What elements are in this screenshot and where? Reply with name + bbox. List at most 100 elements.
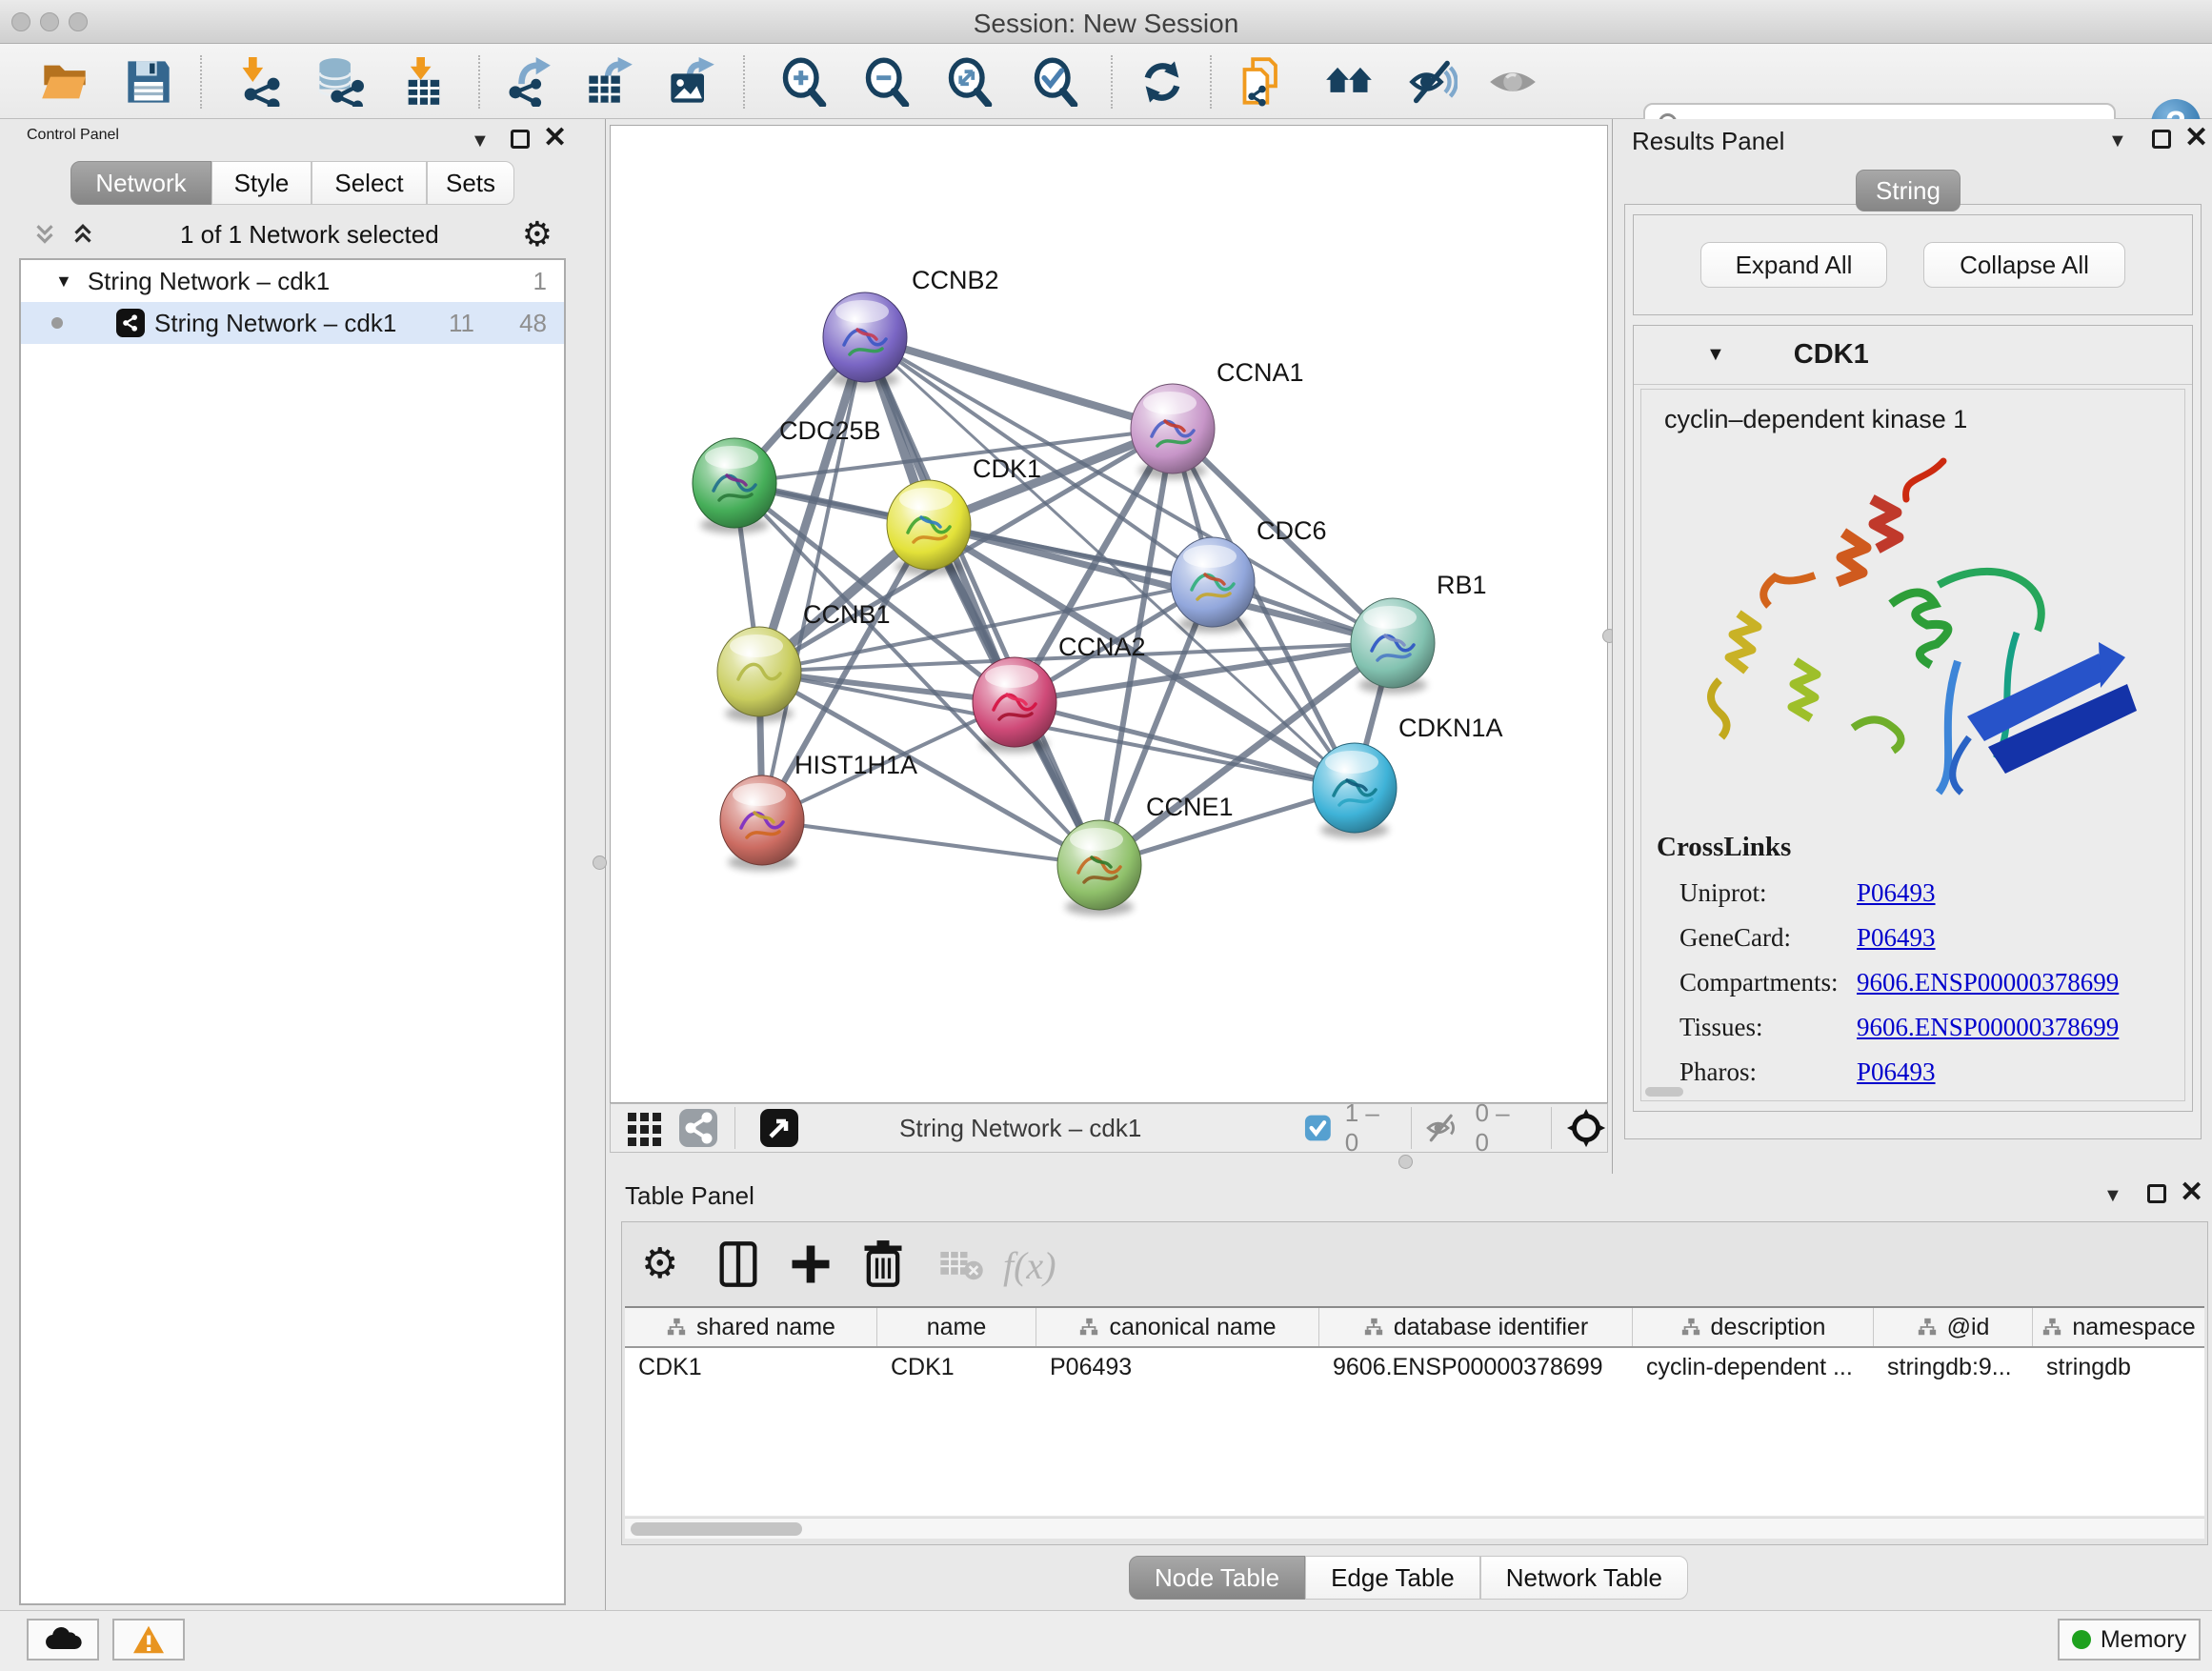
crosslink-link[interactable]: P06493 xyxy=(1857,878,1936,908)
open-session-icon[interactable] xyxy=(40,57,90,107)
network-edge[interactable] xyxy=(762,820,1099,865)
memory-button[interactable]: Memory xyxy=(2058,1619,2201,1661)
tab-node-table[interactable]: Node Table xyxy=(1129,1556,1305,1600)
hide-selected-eye-slash-icon[interactable] xyxy=(1408,57,1458,107)
network-node-CCNA1[interactable] xyxy=(1131,384,1215,473)
network-node-RB1[interactable] xyxy=(1351,598,1435,688)
table-panel-close-icon[interactable]: ✕ xyxy=(2180,1183,2203,1202)
open-in-new-window-icon[interactable] xyxy=(758,1107,800,1149)
save-session-icon[interactable] xyxy=(124,57,173,107)
tab-style[interactable]: Style xyxy=(211,161,312,205)
export-network-icon[interactable] xyxy=(503,57,553,107)
table-settings-gear-icon[interactable]: ⚙ xyxy=(641,1239,691,1289)
column-header-database-identifier[interactable]: database identifier xyxy=(1319,1308,1633,1346)
table-scrollbar-thumb[interactable] xyxy=(631,1522,802,1536)
tab-sets[interactable]: Sets xyxy=(427,161,514,205)
cell-canonical-name[interactable]: P06493 xyxy=(1036,1348,1319,1388)
network-edge[interactable] xyxy=(865,337,1099,865)
tab-string[interactable]: String xyxy=(1856,170,1961,211)
function-builder-icon[interactable]: f(x) xyxy=(1003,1243,1056,1288)
gear-icon[interactable]: ⚙ xyxy=(522,214,553,254)
cloud-button[interactable] xyxy=(27,1619,99,1661)
column-header-description[interactable]: description xyxy=(1633,1308,1874,1346)
crosslink-link[interactable]: 9606.ENSP00000378699 xyxy=(1857,968,2119,997)
network-node-CCNA2[interactable] xyxy=(973,657,1056,747)
home-icon[interactable] xyxy=(1324,57,1374,107)
crosslink-link[interactable]: P06493 xyxy=(1857,1057,1936,1087)
network-graph[interactable]: CCNB2CCNA1CDC25BCDK1CDC6RB1CCNB1CCNA2CDK… xyxy=(611,126,1607,1102)
tab-select[interactable]: Select xyxy=(312,161,427,205)
control-panel-float-icon[interactable] xyxy=(511,130,530,149)
network-node-CCNE1[interactable] xyxy=(1057,820,1141,910)
network-node-HIST1H1A[interactable] xyxy=(720,775,804,865)
tab-network-table[interactable]: Network Table xyxy=(1480,1556,1688,1600)
network-node-CDC6[interactable] xyxy=(1171,537,1255,627)
tab-network[interactable]: Network xyxy=(70,161,211,205)
column-header-namespace[interactable]: namespace xyxy=(2033,1308,2204,1346)
results-panel-float-icon[interactable] xyxy=(2152,130,2171,149)
protein-section-header[interactable]: ▼ CDK1 xyxy=(1634,326,2192,385)
zoom-selected-icon[interactable] xyxy=(1031,57,1080,107)
zoom-in-icon[interactable] xyxy=(779,57,829,107)
warnings-button[interactable] xyxy=(112,1619,185,1661)
control-panel-close-icon[interactable]: ✕ xyxy=(543,129,567,148)
clone-network-icon[interactable] xyxy=(1238,57,1288,107)
network-collection-row[interactable]: ▼ String Network – cdk1 1 xyxy=(21,260,564,302)
import-network-from-database-icon[interactable] xyxy=(314,57,364,107)
tab-edge-table[interactable]: Edge Table xyxy=(1305,1556,1480,1600)
import-table-from-file-icon[interactable] xyxy=(400,57,450,107)
cell-database-identifier[interactable]: 9606.ENSP00000378699 xyxy=(1319,1348,1633,1388)
cell-name[interactable]: CDK1 xyxy=(877,1348,1036,1388)
collapse-all-button[interactable]: Collapse All xyxy=(1923,242,2125,288)
table-horizontal-scrollbar[interactable] xyxy=(625,1518,2204,1539)
export-table-icon[interactable] xyxy=(585,57,634,107)
add-column-icon[interactable] xyxy=(786,1239,835,1289)
control-panel-collapse-icon[interactable]: ▼ xyxy=(471,131,490,152)
column-header-canonical-name[interactable]: canonical name xyxy=(1036,1308,1319,1346)
string-view-icon[interactable] xyxy=(677,1107,719,1149)
column-header-name[interactable]: name xyxy=(877,1308,1036,1346)
delete-table-icon[interactable] xyxy=(936,1239,986,1289)
show-columns-icon[interactable] xyxy=(714,1239,763,1289)
import-network-from-file-icon[interactable] xyxy=(236,57,286,107)
table-panel-collapse-icon[interactable]: ▼ xyxy=(2103,1185,2122,1207)
network-node-CCNB2[interactable] xyxy=(823,292,907,382)
bottom-splitter-grip[interactable] xyxy=(1398,1155,1413,1169)
birds-eye-view-icon[interactable] xyxy=(1565,1106,1607,1150)
show-hidden-eye-icon[interactable] xyxy=(1488,57,1538,107)
network-row-selected[interactable]: String Network – cdk1 11 48 xyxy=(21,302,564,344)
crosslink-link[interactable]: 9606.ENSP00000378699 xyxy=(1857,1013,2119,1042)
zoom-out-icon[interactable] xyxy=(862,57,912,107)
network-edge[interactable] xyxy=(865,337,1173,429)
expand-all-chevrons-icon[interactable] xyxy=(30,220,59,249)
network-node-CDC25B[interactable] xyxy=(693,438,776,528)
section-expander-icon[interactable]: ▼ xyxy=(1706,344,1725,366)
zoom-fit-icon[interactable] xyxy=(945,57,995,107)
network-node-CCNB1[interactable] xyxy=(717,627,801,716)
tree-expander-icon[interactable]: ▼ xyxy=(55,272,72,292)
selected-checkbox-icon[interactable] xyxy=(1304,1114,1332,1142)
collapse-all-chevrons-icon[interactable] xyxy=(69,220,97,249)
table-row[interactable]: CDK1 CDK1 P06493 9606.ENSP00000378699 cy… xyxy=(625,1348,2204,1388)
results-horizontal-scrollbar[interactable] xyxy=(1645,1087,1683,1097)
table-panel-float-icon[interactable] xyxy=(2147,1184,2166,1203)
grid-view-icon[interactable] xyxy=(624,1107,666,1149)
network-canvas[interactable]: CCNB2CCNA1CDC25BCDK1CDC6RB1CCNB1CCNA2CDK… xyxy=(610,125,1608,1103)
delete-column-trash-icon[interactable] xyxy=(858,1239,908,1289)
expand-all-button[interactable]: Expand All xyxy=(1700,242,1887,288)
cell-id[interactable]: stringdb:9... xyxy=(1874,1348,2033,1388)
left-splitter-grip[interactable] xyxy=(593,856,607,870)
crosslink-link[interactable]: P06493 xyxy=(1857,923,1936,953)
column-header-shared-name[interactable]: shared name xyxy=(625,1308,877,1346)
results-panel-close-icon[interactable]: ✕ xyxy=(2184,129,2208,148)
network-node-CDKN1A[interactable] xyxy=(1313,743,1397,833)
export-image-icon[interactable] xyxy=(667,57,716,107)
cell-shared-name[interactable]: CDK1 xyxy=(625,1348,877,1388)
cell-description[interactable]: cyclin-dependent ... xyxy=(1633,1348,1874,1388)
refresh-icon[interactable] xyxy=(1137,57,1187,107)
results-panel-collapse-icon[interactable]: ▼ xyxy=(2108,131,2127,152)
cell-namespace[interactable]: stringdb xyxy=(2033,1348,2204,1388)
network-node-CDK1[interactable] xyxy=(887,480,971,570)
network-edge[interactable] xyxy=(762,337,865,820)
column-header-id[interactable]: @id xyxy=(1874,1308,2033,1346)
